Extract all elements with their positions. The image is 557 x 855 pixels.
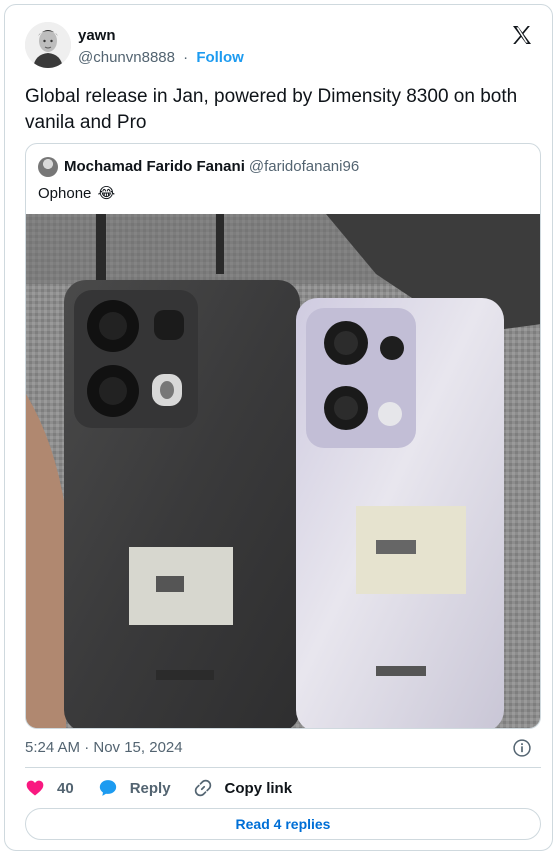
- reply-label: Reply: [129, 779, 171, 797]
- author-handle[interactable]: @chunvn8888: [78, 49, 175, 66]
- quoted-tweet[interactable]: Mochamad Farido Fanani @faridofanani96 Op…: [25, 143, 541, 729]
- separator: ·: [183, 49, 189, 66]
- read-replies-button[interactable]: Read 4 replies: [25, 808, 541, 840]
- author-name[interactable]: yawn: [78, 27, 116, 45]
- tweet-timestamp[interactable]: 5:24 AM · Nov 15, 2024: [25, 739, 183, 757]
- like-button[interactable]: 40: [25, 778, 74, 798]
- quoted-author-name: Mochamad Farido Fanani: [64, 158, 245, 175]
- copy-link-label: Copy link: [224, 779, 293, 797]
- like-count: 40: [57, 779, 74, 797]
- author-avatar[interactable]: [25, 22, 71, 68]
- quoted-tweet-text: Ophone 😂: [38, 184, 115, 204]
- tweet-text: Global release in Jan, powered by Dimens…: [25, 86, 518, 133]
- info-icon[interactable]: [512, 738, 532, 758]
- tweet-embed-card: yawn @chunvn8888 · Follow Global release…: [4, 4, 553, 851]
- x-logo-icon[interactable]: [510, 23, 534, 47]
- heart-icon: [26, 780, 44, 796]
- phones-photo[interactable]: [26, 214, 541, 729]
- reply-button[interactable]: Reply: [98, 778, 171, 798]
- quoted-text: Ophone: [38, 185, 92, 202]
- speech-bubble-icon: [99, 780, 116, 796]
- quoted-author-avatar[interactable]: [38, 157, 58, 177]
- follow-button[interactable]: Follow: [196, 49, 244, 66]
- author-handle-row: @chunvn8888 · Follow: [78, 49, 244, 67]
- laughing-emoji-icon: 😂: [97, 185, 116, 202]
- action-bar: 40 Reply Copy link: [25, 777, 292, 799]
- copy-link-button[interactable]: Copy link: [193, 778, 293, 798]
- divider: [25, 767, 541, 768]
- quoted-author[interactable]: Mochamad Farido Fanani @faridofanani96: [64, 158, 359, 176]
- quoted-author-handle: @faridofanani96: [248, 158, 360, 175]
- link-icon: [194, 779, 211, 797]
